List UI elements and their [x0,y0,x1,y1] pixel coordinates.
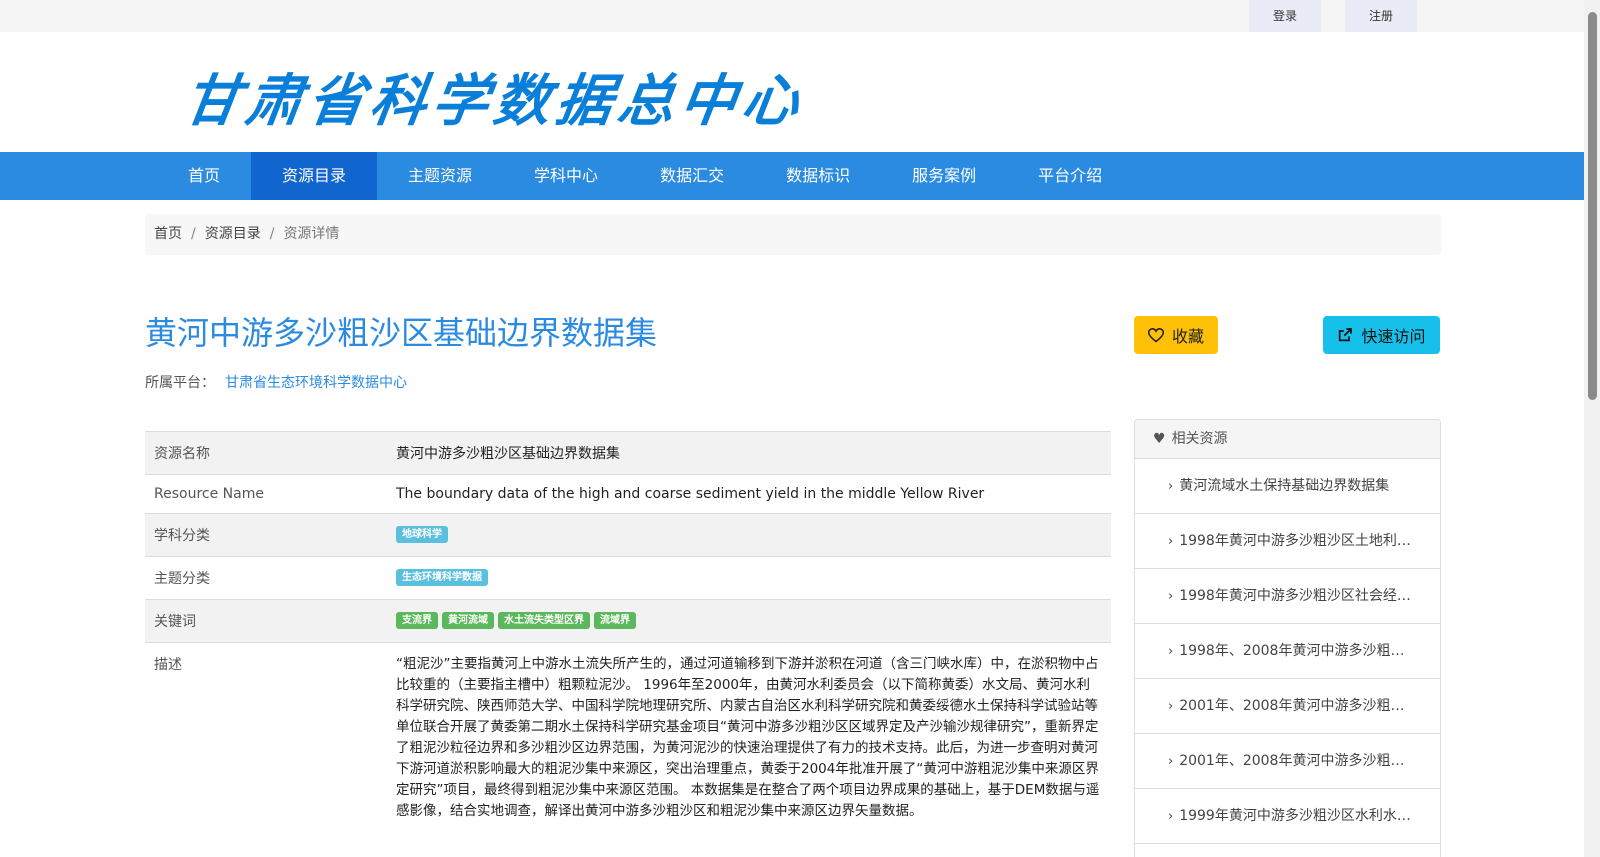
resource-info-table: 资源名称 黄河中游多沙粗沙区基础边界数据集 Resource Name The … [145,431,1111,833]
heart-outline-icon [1147,327,1164,343]
row-label: 描述 [145,642,387,833]
related-item[interactable]: › 1998年黄河中游多沙粗沙区社会经济数据集 [1135,569,1440,624]
chevron-right-icon: › [1168,699,1174,714]
table-row: 学科分类 地球科学 [145,513,1111,557]
subject-tags: 地球科学 [387,513,1111,557]
login-link[interactable]: 登录 [1249,0,1321,32]
keyword-tag[interactable]: 支流界 [396,612,438,629]
breadcrumb-separator: / [191,226,196,242]
quick-access-button[interactable]: 快速访问 [1323,316,1440,354]
related-item[interactable]: › 1998年黄河中游多沙粗沙区土地利用数据集 [1135,514,1440,569]
nav-catalog[interactable]: 资源目录 [251,152,378,200]
resource-en-name-value: The boundary data of the high and coarse… [387,474,1111,514]
description-value: “粗泥沙”主要指黄河上中游水土流失所产生的，通过河道输移到下游并淤积在河道（含三… [387,642,1111,833]
chevron-right-icon: › [1168,534,1174,549]
heart-icon: ♥ [1153,431,1166,447]
chevron-right-icon: › [1168,809,1174,824]
row-label: 关键词 [145,599,387,643]
breadcrumb-separator: / [269,226,275,242]
scrollbar-thumb[interactable] [1588,12,1597,400]
breadcrumb: 首页 / 资源目录 / 资源详情 [145,214,1441,255]
row-label: 学科分类 [145,513,387,557]
related-item-label: 1998年黄河中游多沙粗沙区社会经济数据集 [1179,588,1440,604]
nav-home[interactable]: 首页 [157,152,251,200]
row-label: Resource Name [145,474,387,514]
table-row: 描述 “粗泥沙”主要指黄河上中游水土流失所产生的，通过河道输移到下游并淤积在河道… [145,642,1111,833]
chevron-right-icon: › [1168,589,1174,604]
nav-theme[interactable]: 主题资源 [377,152,503,200]
breadcrumb-catalog[interactable]: 资源目录 [205,226,261,242]
resource-name-value: 黄河中游多沙粗沙区基础边界数据集 [387,431,1111,475]
favorite-label: 收藏 [1171,327,1204,346]
subject-tag[interactable]: 地球科学 [396,526,448,543]
breadcrumb-current: 资源详情 [283,226,340,242]
platform-label: 所属平台： [145,375,215,391]
keyword-tag[interactable]: 水土流失类型区界 [498,612,590,629]
theme-tags: 生态环境科学数据 [387,556,1111,600]
related-item-label: 1999年黄河中游多沙粗沙区水利水保数据集 [1179,808,1440,824]
nav-cases[interactable]: 服务案例 [881,152,1007,200]
main-nav: 首页 资源目录 主题资源 学科中心 数据汇交 数据标识 服务案例 平台介绍 [0,152,1584,200]
theme-tag[interactable]: 生态环境科学数据 [396,569,488,586]
site-logo[interactable]: 甘肃省科学数据总中心 [179,56,810,137]
table-row: 关键词 支流界 黄河流域 水土流失类型区界 流域界 [145,599,1111,643]
external-link-icon [1339,328,1353,342]
related-item[interactable]: › 1999年黄河中游多沙粗沙区水利水保数据集 [1135,789,1440,844]
quick-access-label: 快速访问 [1361,327,1426,346]
page-scrollbar[interactable] [1584,0,1600,857]
row-label: 主题分类 [145,556,387,600]
related-item-label: 1998年黄河中游多沙粗沙区土地利用数据集 [1179,533,1440,549]
platform-link[interactable]: 甘肃省生态环境科学数据中心 [225,375,407,391]
chevron-right-icon: › [1168,479,1174,494]
chevron-right-icon: › [1168,754,1174,769]
related-item-label: 2001年、2008年黄河中游多沙粗沙区数据集 [1179,698,1440,714]
nav-about[interactable]: 平台介绍 [1007,152,1133,200]
related-item-label: 黄河流域水土保持基础边界数据集 [1179,478,1390,494]
nav-identifier[interactable]: 数据标识 [755,152,881,200]
keyword-tag[interactable]: 流域界 [594,612,636,629]
related-panel-title: 相关资源 [1171,431,1228,447]
breadcrumb-home[interactable]: 首页 [154,226,182,242]
resource-title: 黄河中游多沙粗沙区基础边界数据集 [145,314,658,352]
related-resources-panel: ♥ 相关资源 › 黄河流域水土保持基础边界数据集 › 1998年黄河中游多沙粗沙区土地… [1134,419,1441,857]
related-item-label: 1998年、2008年黄河中游多沙粗沙区数据集 [1179,643,1440,659]
keyword-tags: 支流界 黄河流域 水土流失类型区界 流域界 [387,599,1111,643]
platform-info: 所属平台： 甘肃省生态环境科学数据中心 [145,372,407,392]
keyword-tag[interactable]: 黄河流域 [442,612,494,629]
related-panel-header: ♥ 相关资源 [1135,420,1440,459]
related-item[interactable]: › 黄河流域水土保持基础边界数据集 [1135,459,1440,514]
row-label: 资源名称 [145,431,387,475]
register-link[interactable]: 注册 [1345,0,1417,32]
table-row: 主题分类 生态环境科学数据 [145,556,1111,600]
related-item[interactable]: › 1998年、2008年黄河中游多沙粗沙区数据集 [1135,624,1440,679]
table-row: 资源名称 黄河中游多沙粗沙区基础边界数据集 [145,431,1111,475]
related-item-label: 2001年、2008年黄河中游多沙粗沙区数据集 [1179,753,1440,769]
chevron-right-icon: › [1168,644,1174,659]
related-item[interactable]: › 2001年、2008年黄河中游多沙粗沙区数据集 [1135,679,1440,734]
favorite-button[interactable]: 收藏 [1134,316,1218,354]
nav-subject[interactable]: 学科中心 [503,152,629,200]
site-header: 甘肃省科学数据总中心 [0,32,1584,152]
related-item[interactable]: › 2001年、2008年黄河中游多沙粗沙区数据集 [1135,734,1440,789]
nav-submission[interactable]: 数据汇交 [629,152,755,200]
top-bar: 登录 注册 [0,0,1584,32]
table-row: Resource Name The boundary data of the h… [145,474,1111,514]
